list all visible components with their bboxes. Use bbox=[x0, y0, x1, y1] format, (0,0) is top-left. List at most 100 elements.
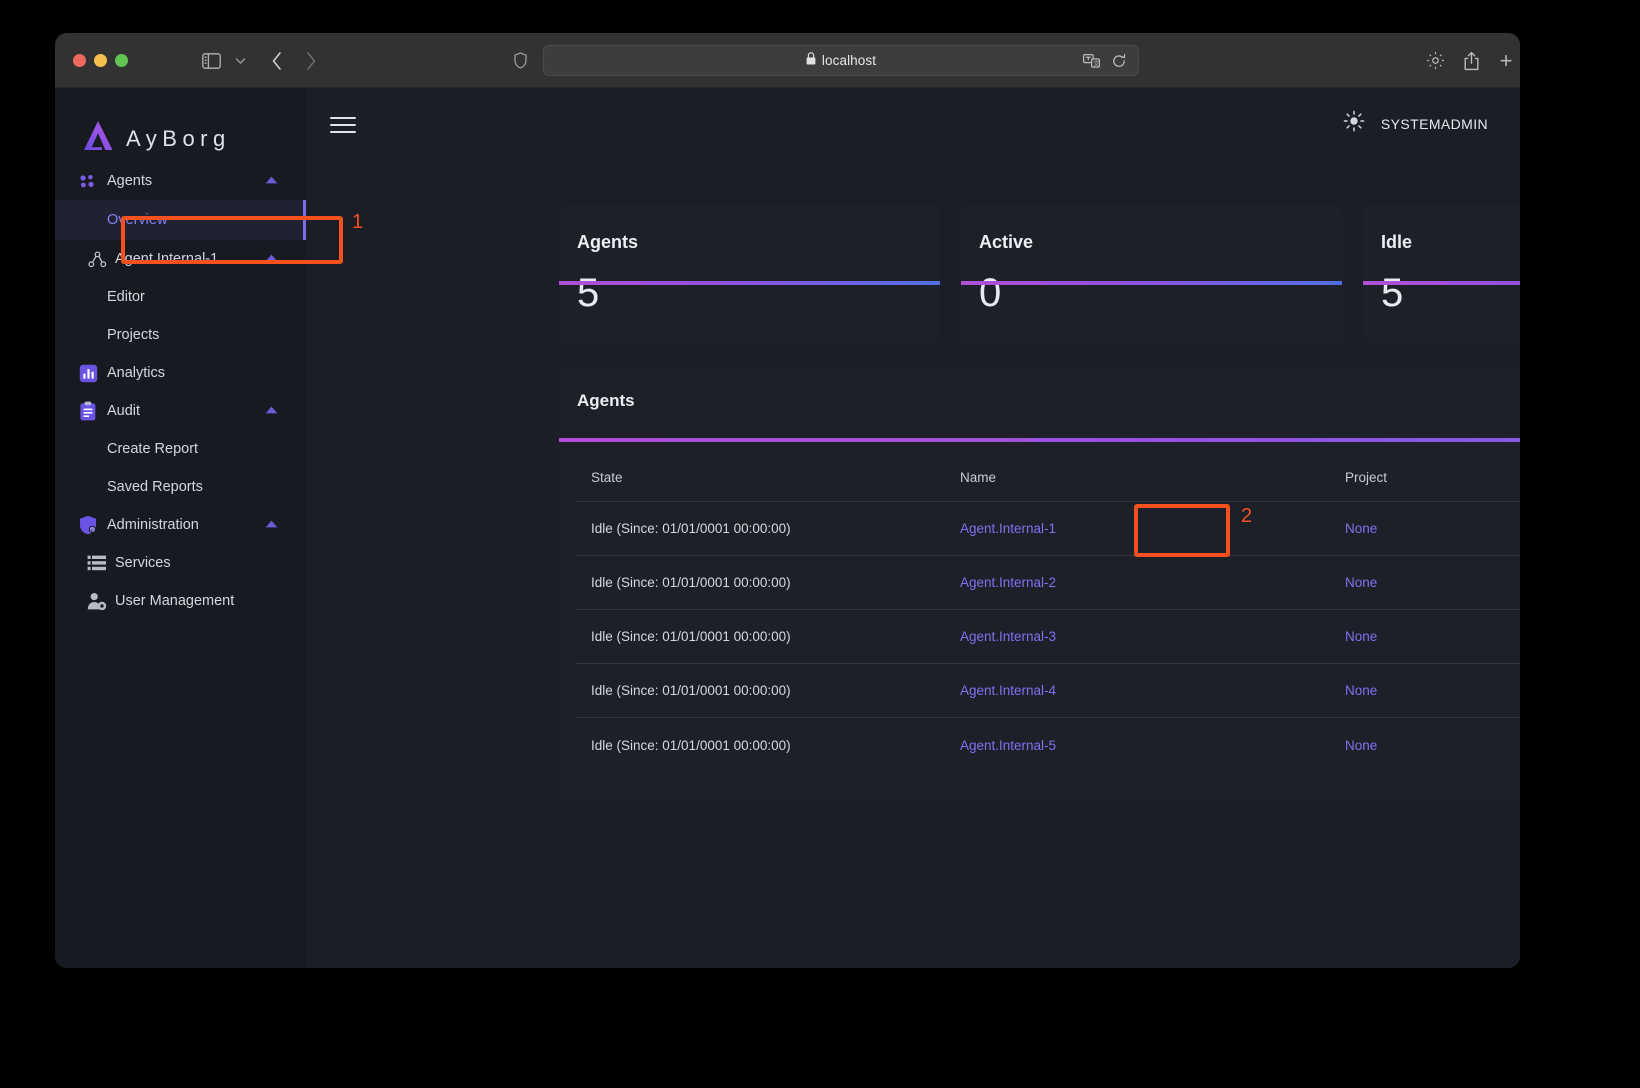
sidebar-item-analytics[interactable]: Analytics bbox=[55, 354, 306, 392]
table-row: Idle (Since: 01/01/0001 00:00:00) Agent.… bbox=[575, 610, 1520, 664]
app-shell: AyBorg Agents Overview Agent.Internal-1 … bbox=[55, 88, 1520, 968]
cell-state: Idle (Since: 01/01/0001 00:00:00) bbox=[591, 521, 791, 536]
url-bar[interactable]: localhost 文 bbox=[543, 45, 1139, 76]
shield-privacy-icon[interactable] bbox=[505, 33, 535, 88]
nav-back-icon[interactable] bbox=[260, 33, 294, 88]
window-traffic-lights bbox=[73, 54, 128, 67]
sidebar-item-administration[interactable]: e Administration bbox=[55, 506, 306, 544]
cell-project-link[interactable]: None bbox=[1345, 575, 1520, 590]
stat-card-divider bbox=[1363, 281, 1520, 285]
stat-card-agents: Agents 5 bbox=[559, 205, 940, 343]
browser-toolbar: localhost 文 + bbox=[55, 33, 1520, 88]
sidebar-item-saved-reports[interactable]: Saved Reports bbox=[55, 468, 306, 506]
sidebar-item-label: Overview bbox=[107, 212, 168, 228]
hamburger-menu-icon[interactable] bbox=[330, 117, 356, 133]
chevron-up-icon[interactable] bbox=[265, 176, 278, 187]
cell-name-link[interactable]: Agent.Internal-1 bbox=[960, 521, 1345, 536]
lock-icon bbox=[806, 51, 816, 70]
sidebar-item-label: Administration bbox=[107, 517, 199, 533]
sidebar-item-label: Saved Reports bbox=[107, 479, 203, 495]
stat-card-divider bbox=[559, 281, 940, 285]
sidebar-item-label: Projects bbox=[107, 327, 160, 343]
annotation-number-1: 1 bbox=[352, 211, 364, 233]
agents-icon bbox=[79, 174, 107, 189]
brand-text: AyBorg bbox=[126, 125, 231, 151]
sidebar-item-label: Agent.Internal-1 bbox=[115, 251, 219, 267]
agents-panel: Agents State Name Project Idle (Since: 0… bbox=[559, 366, 1520, 799]
column-header-state: State bbox=[591, 470, 623, 485]
sidebar: AyBorg Agents Overview Agent.Internal-1 … bbox=[55, 88, 306, 968]
browser-window: localhost 文 + AyBorg Agents Overview Age… bbox=[55, 33, 1520, 968]
reload-icon[interactable] bbox=[1112, 54, 1126, 73]
sidebar-item-label: Analytics bbox=[107, 365, 166, 381]
cell-name-link[interactable]: Agent.Internal-4 bbox=[960, 683, 1345, 698]
shield-user-icon: e bbox=[79, 515, 107, 535]
services-list-icon bbox=[79, 555, 115, 572]
stat-card-title: Idle bbox=[1381, 232, 1413, 252]
sidebar-item-create-report[interactable]: Create Report bbox=[55, 430, 306, 468]
stat-card-title: Active bbox=[979, 232, 1034, 252]
new-tab-button[interactable]: + bbox=[1489, 33, 1520, 88]
table-header-row: State Name Project bbox=[575, 454, 1520, 502]
nav-forward-icon[interactable] bbox=[294, 33, 328, 88]
cell-name-link[interactable]: Agent.Internal-5 bbox=[960, 738, 1345, 753]
sidebar-item-label: User Management bbox=[115, 593, 235, 609]
cell-project-link[interactable]: None bbox=[1345, 521, 1520, 536]
sidebar-item-services[interactable]: Services bbox=[55, 544, 306, 582]
header-right: SYSTEMADMIN bbox=[1343, 110, 1488, 137]
username-label: SYSTEMADMIN bbox=[1380, 115, 1488, 132]
sidebar-item-editor[interactable]: Editor bbox=[55, 278, 306, 316]
maximize-window-button[interactable] bbox=[115, 54, 128, 67]
app-header: SYSTEMADMIN bbox=[306, 88, 1520, 140]
agents-table: State Name Project Idle (Since: 01/01/00… bbox=[575, 454, 1520, 772]
cell-project-link[interactable]: None bbox=[1345, 738, 1520, 753]
cell-project-link[interactable]: None bbox=[1345, 683, 1520, 698]
stat-card-active: Active 0 bbox=[961, 205, 1342, 343]
table-row: Idle (Since: 01/01/0001 00:00:00) Agent.… bbox=[575, 502, 1520, 556]
close-window-button[interactable] bbox=[73, 54, 86, 67]
chevron-up-icon[interactable] bbox=[265, 406, 278, 417]
stat-card-idle: Idle 5 bbox=[1363, 205, 1520, 343]
sidebar-item-label: Create Report bbox=[107, 441, 199, 457]
gear-icon[interactable] bbox=[1418, 33, 1452, 88]
table-row: Idle (Since: 01/01/0001 00:00:00) Agent.… bbox=[575, 718, 1520, 772]
sidebar-item-label: Services bbox=[115, 555, 171, 571]
sidebar-item-audit[interactable]: Audit bbox=[55, 392, 306, 430]
column-header-name: Name bbox=[960, 470, 997, 485]
sidebar-item-user-management[interactable]: User Management bbox=[55, 582, 306, 620]
sidebar-item-projects[interactable]: Projects bbox=[55, 316, 306, 354]
agents-panel-title: Agents bbox=[577, 391, 635, 410]
chevron-down-icon[interactable] bbox=[227, 33, 253, 88]
cell-state: Idle (Since: 01/01/0001 00:00:00) bbox=[591, 737, 791, 753]
annotation-number-2: 2 bbox=[1241, 505, 1253, 527]
sidebar-toggle-icon[interactable] bbox=[195, 33, 227, 88]
reader-translate-icon[interactable]: 文 bbox=[1083, 54, 1100, 68]
clipboard-icon bbox=[79, 401, 107, 421]
svg-text:文: 文 bbox=[1093, 59, 1100, 68]
sidebar-item-agents[interactable]: Agents bbox=[55, 162, 306, 200]
sidebar-item-label: Agents bbox=[107, 173, 153, 189]
table-row: Idle (Since: 01/01/0001 00:00:00) Agent.… bbox=[575, 664, 1520, 718]
chevron-up-icon[interactable] bbox=[265, 254, 278, 265]
agents-panel-divider bbox=[559, 438, 1520, 442]
minimize-window-button[interactable] bbox=[94, 54, 107, 67]
sun-icon[interactable] bbox=[1343, 110, 1365, 137]
hub-icon bbox=[79, 251, 115, 268]
cell-state: Idle (Since: 01/01/0001 00:00:00) bbox=[591, 629, 791, 644]
cell-state: Idle (Since: 01/01/0001 00:00:00) bbox=[591, 575, 791, 590]
sidebar-item-agent-internal-1[interactable]: Agent.Internal-1 bbox=[55, 240, 306, 278]
table-row: Idle (Since: 01/01/0001 00:00:00) Agent.… bbox=[575, 556, 1520, 610]
stat-card-divider bbox=[961, 281, 1342, 285]
brand[interactable]: AyBorg bbox=[55, 88, 306, 162]
ayborg-logo-icon bbox=[80, 118, 116, 159]
share-icon[interactable] bbox=[1454, 33, 1488, 88]
cell-project-link[interactable]: None bbox=[1345, 629, 1520, 644]
sidebar-item-overview[interactable]: Overview bbox=[55, 200, 306, 240]
cell-name-link[interactable]: Agent.Internal-2 bbox=[960, 575, 1345, 590]
chevron-up-icon[interactable] bbox=[265, 520, 278, 531]
column-header-project: Project bbox=[1345, 470, 1388, 485]
sidebar-item-label: Audit bbox=[107, 403, 141, 419]
cell-name-link[interactable]: Agent.Internal-3 bbox=[960, 629, 1345, 644]
content-area: SYSTEMADMIN Agents 5 Active 0 Idle 5 Age… bbox=[306, 88, 1520, 968]
cell-state: Idle (Since: 01/01/0001 00:00:00) bbox=[591, 683, 791, 698]
